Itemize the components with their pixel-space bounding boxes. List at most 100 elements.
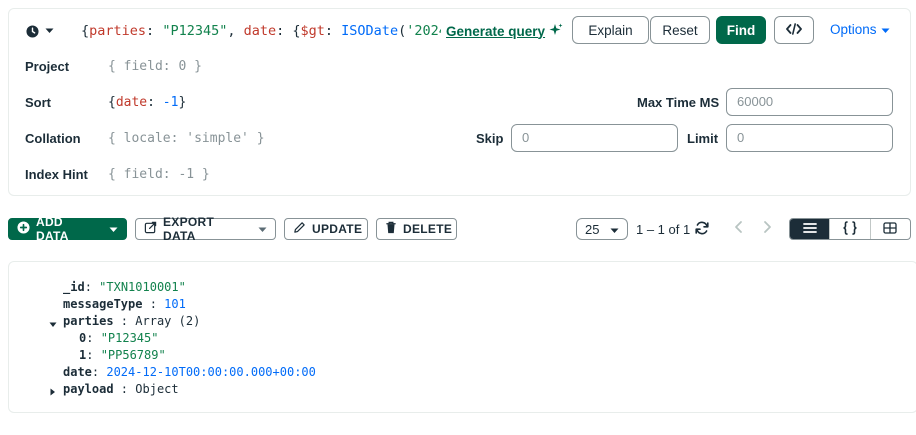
document-field-message-type: messageType : 101 — [63, 296, 186, 313]
sort-close-brace: } — [178, 95, 187, 110]
field-type: Object — [135, 382, 179, 396]
export-icon — [144, 221, 157, 237]
find-button[interactable]: Find — [716, 16, 766, 44]
page-size-select[interactable]: 25 — [576, 218, 628, 240]
array-item: 1: "PP56789" — [79, 347, 166, 364]
field-value: 2024-12-10T00:00:00.000+00:00 — [106, 365, 316, 379]
max-time-input[interactable]: 60000 — [726, 88, 893, 116]
add-data-button[interactable]: ADD DATA — [8, 215, 127, 243]
chevron-down-icon — [45, 28, 54, 34]
filter-token: ISODate — [341, 23, 399, 39]
explain-button[interactable]: Explain — [572, 16, 649, 44]
trash-icon — [385, 221, 397, 237]
table-view-icon — [883, 221, 897, 237]
caret-right-icon[interactable] — [49, 385, 59, 396]
generate-query-link[interactable]: Generate query — [446, 21, 563, 41]
index-hint-label: Index Hint — [25, 167, 88, 182]
pencil-icon — [293, 221, 306, 237]
field-separator: : — [91, 365, 107, 379]
filter-token: : { — [276, 23, 301, 39]
field-separator: : — [113, 382, 136, 396]
limit-label: Limit — [687, 131, 719, 146]
field-separator: : — [86, 331, 101, 345]
filter-token: "P12345" — [162, 23, 228, 39]
code-icon — [786, 22, 802, 38]
generate-query-label: Generate query — [446, 23, 546, 39]
filter-row: {parties: "P12345", date: {$gt: ISODate(… — [9, 9, 910, 51]
export-data-button[interactable]: EXPORT DATA — [135, 215, 276, 243]
sparkle-icon — [549, 23, 563, 40]
document-field-parties: parties : Array (2) — [63, 313, 200, 330]
update-label: UPDATE — [312, 222, 363, 236]
field-key: payload — [63, 382, 114, 396]
limit-input[interactable]: 0 — [726, 124, 893, 152]
field-separator: : — [142, 297, 165, 311]
project-input[interactable]: { field: 0 } — [108, 59, 202, 74]
caret-down-icon — [881, 22, 890, 37]
delete-button[interactable]: DELETE — [376, 218, 457, 240]
max-time-label: Max Time MS — [637, 95, 720, 110]
list-view-button[interactable] — [790, 219, 831, 239]
list-view-icon — [802, 222, 817, 237]
collation-input[interactable]: { locale: 'simple' } — [108, 131, 265, 146]
filter-token: date — [243, 23, 277, 39]
filter-token: : — [146, 23, 163, 39]
field-separator: : — [113, 314, 136, 328]
document-field-id: _id: "TXN1010001" — [63, 279, 186, 296]
filter-token: , — [227, 23, 244, 39]
filter-token: : — [324, 23, 342, 39]
skip-input[interactable]: 0 — [511, 124, 678, 152]
export-data-label: EXPORT DATA — [163, 215, 215, 243]
field-separator: : — [86, 348, 101, 362]
plus-circle-icon — [17, 221, 30, 237]
field-separator: : — [84, 280, 100, 294]
field-value: "TXN1010001" — [99, 280, 186, 294]
caret-down-icon[interactable] — [49, 318, 59, 328]
filter-input[interactable]: {parties: "P12345", date: {$gt: ISODate(… — [81, 21, 441, 41]
skip-label: Skip — [476, 131, 504, 146]
chevron-left-icon[interactable] — [733, 219, 745, 238]
pagination-info: 1 – 1 of 1 — [636, 222, 691, 237]
collation-label: Collation — [25, 131, 81, 146]
add-data-label: ADD DATA — [36, 215, 69, 243]
field-key: _id — [63, 280, 85, 294]
document-field-date: date: 2024-12-10T00:00:00.000+00:00 — [63, 364, 316, 381]
view-switcher — [789, 218, 911, 240]
filter-token: '2024- — [406, 23, 441, 39]
refresh-icon[interactable] — [694, 220, 710, 239]
clock-icon — [26, 24, 39, 38]
chevron-down-icon — [258, 222, 267, 236]
document-card: _id: "TXN1010001" messageType : 101 part… — [8, 261, 916, 413]
export-to-language-button[interactable] — [774, 16, 814, 44]
page-size-value: 25 — [585, 221, 600, 237]
options-label: Options — [830, 22, 877, 37]
delete-label: DELETE — [403, 222, 453, 236]
chevron-down-icon — [109, 222, 118, 236]
array-item: 0: "P12345" — [79, 330, 158, 347]
filter-token: parties — [89, 23, 147, 39]
filter-token: ( — [398, 23, 407, 39]
sort-label: Sort — [25, 95, 51, 110]
table-view-button[interactable] — [871, 219, 910, 239]
query-history-button[interactable] — [26, 22, 56, 40]
json-view-button[interactable] — [830, 219, 871, 239]
filter-token: $gt — [300, 23, 325, 39]
index-hint-input[interactable]: { field: -1 } — [108, 167, 210, 182]
sort-colon: : — [147, 95, 163, 110]
reset-button[interactable]: Reset — [650, 16, 710, 44]
chevron-right-icon[interactable] — [761, 219, 773, 238]
sort-key: date — [115, 95, 148, 110]
options-toggle[interactable]: Options — [830, 22, 890, 37]
sort-input[interactable]: {date: -1} — [108, 95, 186, 110]
field-value: 101 — [164, 297, 186, 311]
project-label: Project — [25, 59, 70, 74]
chevron-down-icon — [610, 222, 619, 237]
query-bar: {parties: "P12345", date: {$gt: ISODate(… — [8, 8, 911, 196]
update-button[interactable]: UPDATE — [284, 218, 368, 240]
filter-token: { — [81, 23, 90, 39]
array-value: "PP56789" — [100, 348, 166, 362]
field-key: messageType — [63, 297, 143, 311]
sort-direction: -1 — [162, 95, 179, 110]
field-key: parties — [63, 314, 114, 328]
json-view-icon — [842, 220, 858, 238]
